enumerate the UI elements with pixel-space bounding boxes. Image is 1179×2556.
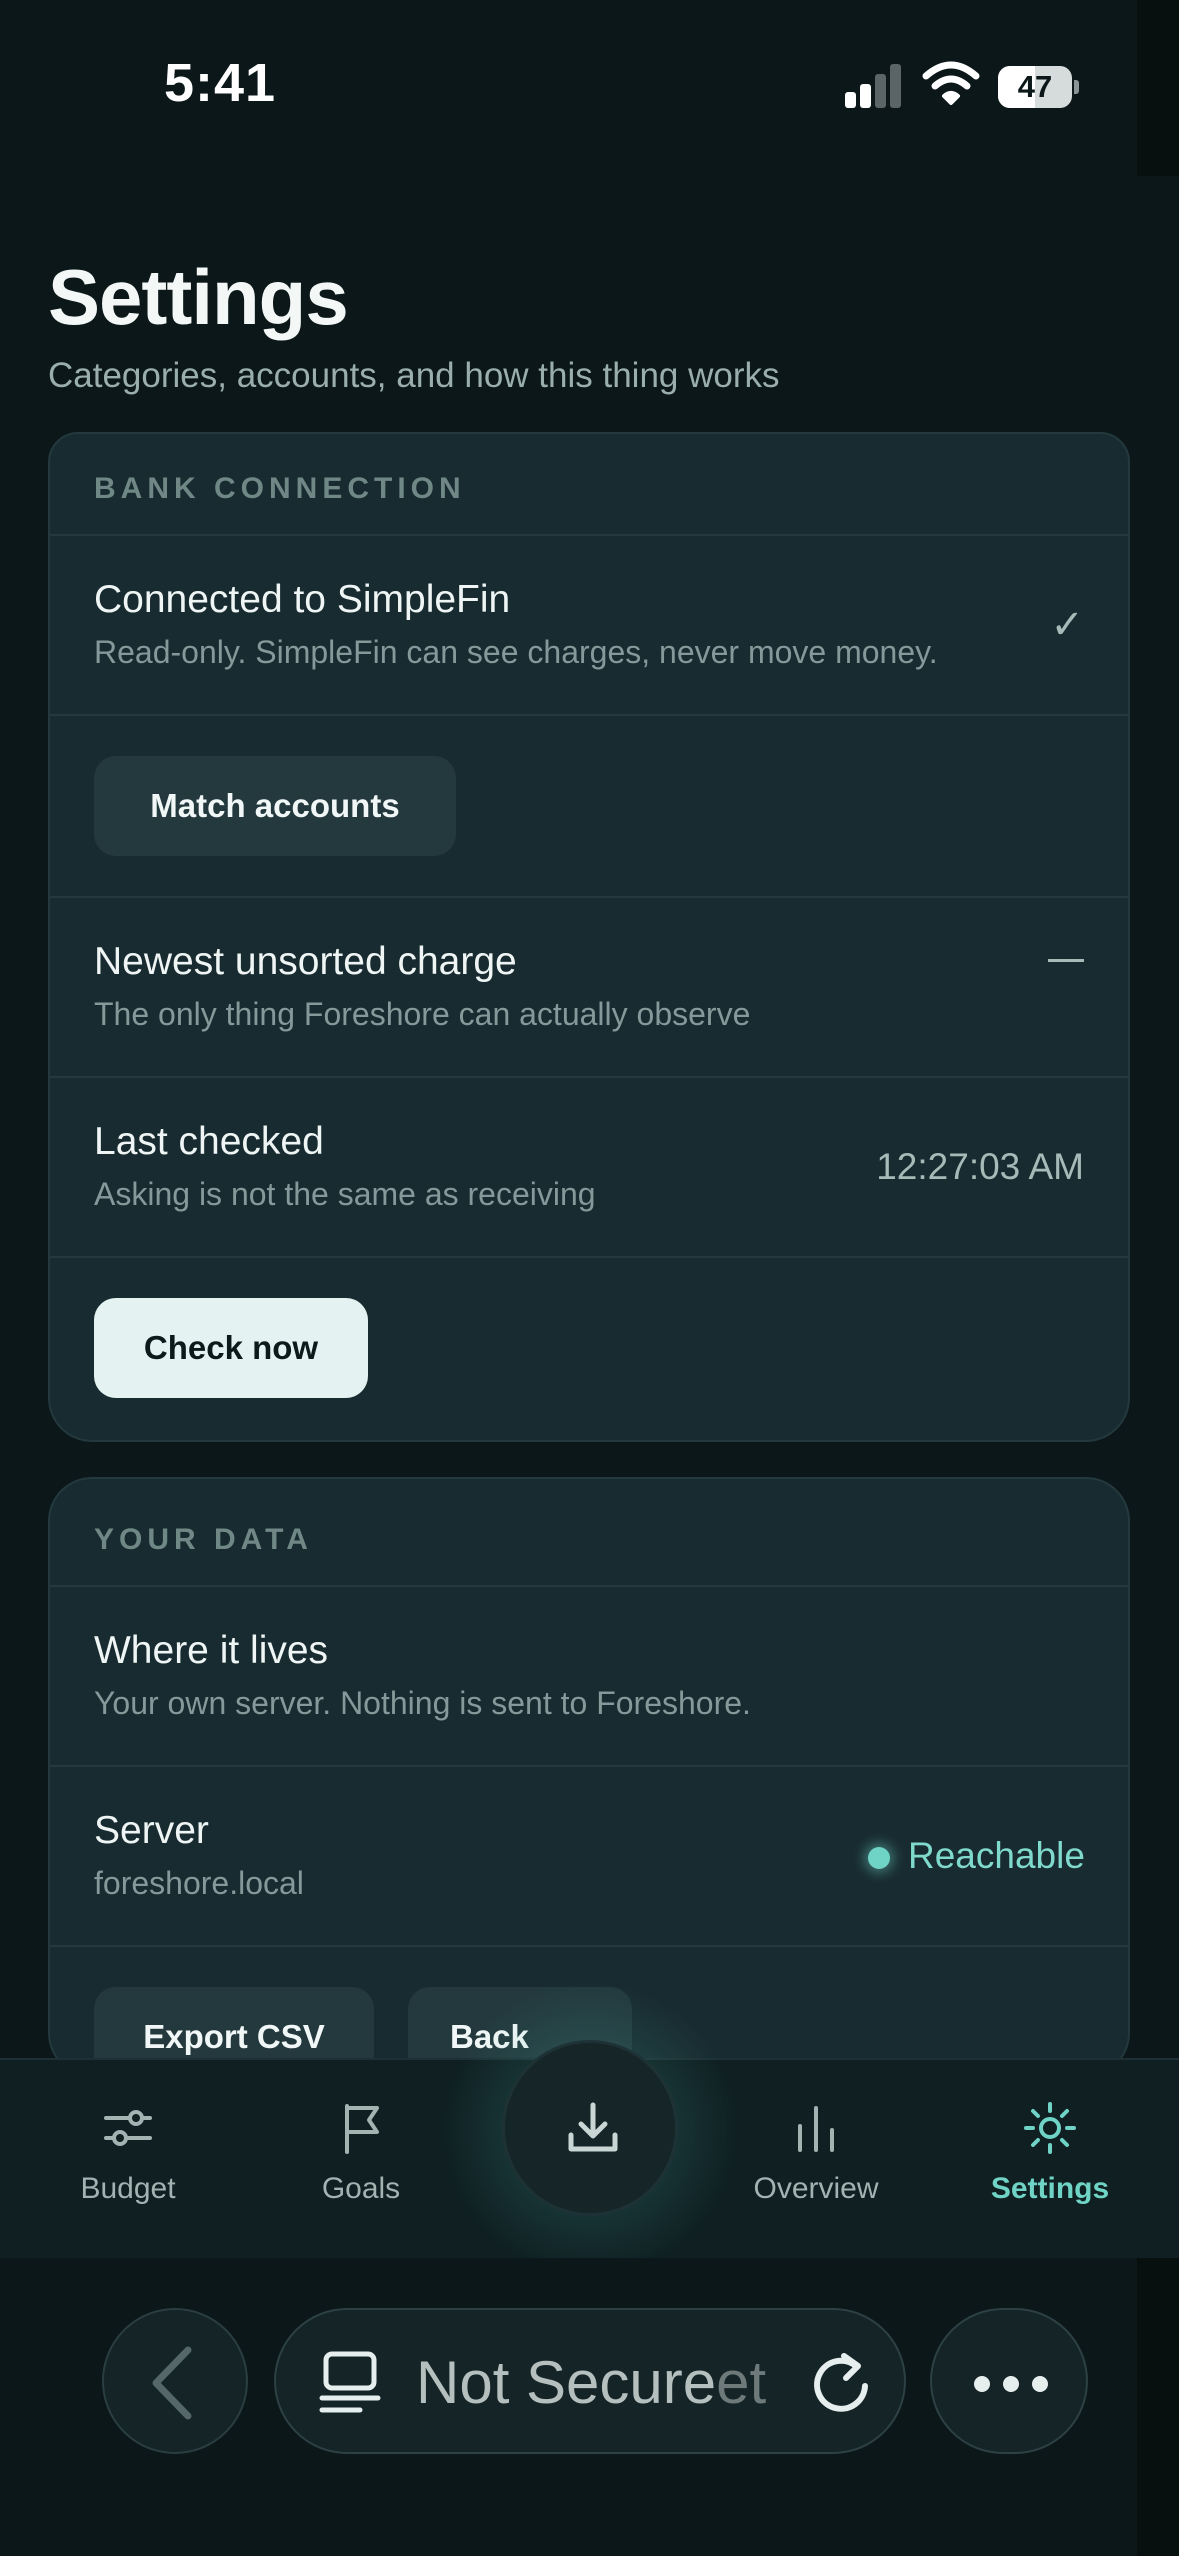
server-title: Server [94,1809,209,1852]
last-checked-subtitle: Asking is not the same as receiving [94,1176,596,1212]
edge-strip [1137,0,1179,176]
gear-icon [1024,2102,1076,2154]
battery-level: 47 [1017,69,1053,104]
server-status: Reachable [908,1835,1085,1876]
bank-connection-section-label: BANK CONNECTION [94,472,466,505]
divider [50,896,1128,898]
newest-charge-title: Newest unsorted charge [94,940,517,983]
divider [50,1945,1128,1947]
tab-goals[interactable]: Goals [261,2060,461,2260]
cellular-signal-icon [845,62,903,108]
connected-title: Connected to SimpleFin [94,578,511,621]
check-icon: ✓ [1050,603,1084,647]
tab-budget[interactable]: Budget [28,2060,228,2260]
status-bar: 5:41 47 [0,0,1179,170]
last-checked-value: 12:27:03 AM [876,1146,1084,1187]
reader-icon [319,2351,381,2413]
match-accounts-button[interactable]: Match accounts [94,756,456,856]
more-options-button[interactable] [930,2308,1088,2454]
where-it-lives-title: Where it lives [94,1629,329,1672]
divider [50,534,1128,536]
chevron-left-icon [152,2346,192,2420]
back-button[interactable] [102,2308,248,2454]
edge-strip [1137,2258,1179,2556]
divider [50,1256,1128,1258]
check-now-button[interactable]: Check now [94,1298,368,1398]
import-fab-button[interactable] [502,2040,678,2216]
tab-settings-label: Settings [990,2172,1110,2205]
reload-icon[interactable] [806,2348,876,2418]
status-time: 5:41 [164,53,277,113]
url-bar[interactable]: Not Secureet [274,2308,906,2454]
page-subtitle: Categories, accounts, and how this thing… [48,356,780,395]
last-checked-title: Last checked [94,1120,324,1163]
page-title: Settings [48,253,349,341]
connected-subtitle: Read-only. SimpleFin can see charges, ne… [94,634,938,670]
sliders-icon [104,2110,152,2146]
more-dot [1003,2376,1019,2392]
divider [50,1076,1128,1078]
url-text: Not Secureet [416,2348,766,2417]
newest-charge-subtitle: The only thing Foreshore can actually ob… [94,996,751,1032]
bar-chart-icon [798,2106,834,2152]
wifi-icon [922,61,980,105]
tab-settings[interactable]: Settings [950,2060,1150,2260]
bank-connection-card: BANK CONNECTION Connected to SimpleFin R… [48,432,1130,1442]
your-data-section-label: YOUR DATA [94,1523,313,1556]
battery-icon: 47 [998,66,1079,108]
server-subtitle: foreshore.local [94,1865,304,1901]
more-dot [974,2376,990,2392]
divider [50,1585,1128,1587]
where-it-lives-subtitle: Your own server. Nothing is sent to Fore… [94,1685,751,1721]
app-root: 5:41 47 Settings Categories, accounts, a… [0,0,1179,2556]
divider [50,714,1128,716]
divider [50,1765,1128,1767]
tab-goals-label: Goals [321,2172,401,2205]
more-dot [1032,2376,1048,2392]
dash-icon [1048,959,1084,962]
url-overlap-text: et [716,2349,767,2416]
tab-overview-label: Overview [753,2172,879,2205]
flag-icon [345,2104,379,2154]
download-icon [568,2102,618,2152]
url-security-label: Not Secure [416,2349,717,2416]
status-dot-icon [868,1847,890,1869]
tab-budget-label: Budget [80,2172,176,2205]
tab-overview[interactable]: Overview [716,2060,916,2260]
